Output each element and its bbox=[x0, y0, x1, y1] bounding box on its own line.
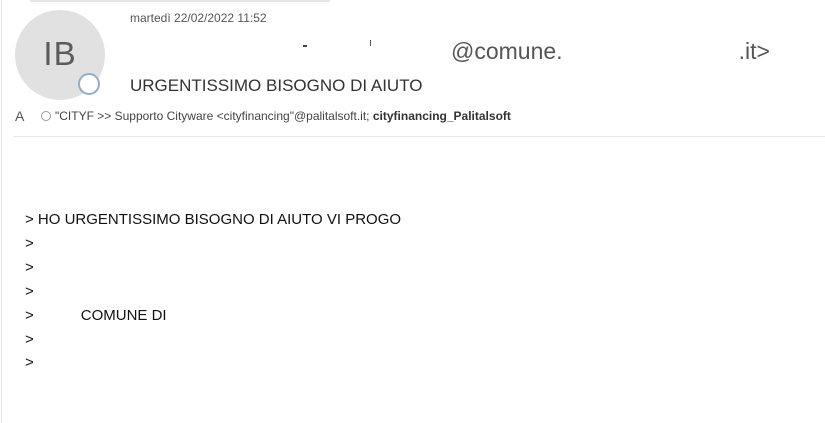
body-line-6: > bbox=[25, 331, 34, 348]
recipient-status-icon bbox=[41, 111, 51, 121]
body-line-4: > bbox=[25, 283, 34, 300]
sender-domain-end: .it> bbox=[738, 38, 770, 64]
header-divider bbox=[14, 136, 825, 137]
recipient-list[interactable]: "CITYF >> Supporto Cityware <cityfinanci… bbox=[55, 109, 511, 123]
recipient-secondary[interactable]: cityfinancing_Palitalsoft bbox=[373, 109, 511, 123]
email-date: martedì 22/02/2022 11:52 bbox=[130, 11, 267, 25]
sender-address[interactable]: @comune. .it> bbox=[451, 38, 770, 65]
pane-border bbox=[1, 0, 2, 423]
recipient-label: A bbox=[15, 108, 25, 124]
email-subject: URGENTISSIMO BISOGNO DI AIUTO bbox=[130, 76, 423, 95]
body-line-3: > bbox=[25, 259, 34, 276]
body-line-5: > COMUNE DI bbox=[25, 307, 167, 324]
sender-name-fragment bbox=[303, 45, 307, 47]
avatar-initials: IB bbox=[43, 35, 77, 72]
recipient-primary[interactable]: "CITYF >> Supporto Cityware <cityfinanci… bbox=[55, 109, 370, 123]
presence-status-icon bbox=[78, 73, 100, 95]
body-line-5-text: COMUNE DI bbox=[80, 307, 167, 324]
email-reading-pane: IB martedì 22/02/2022 11:52 @comune. .it>… bbox=[0, 0, 825, 423]
body-line-1: > HO URGENTISSIMO BISOGNO DI AIUTO VI PR… bbox=[25, 211, 402, 228]
clipped-header-fragment bbox=[30, 0, 330, 2]
sender-domain-start: @comune. bbox=[451, 38, 563, 64]
body-line-7: > bbox=[25, 354, 34, 371]
body-line-2: > bbox=[25, 235, 34, 252]
sender-name-fragment bbox=[370, 40, 371, 46]
body-line-5-prefix: > bbox=[25, 307, 34, 324]
